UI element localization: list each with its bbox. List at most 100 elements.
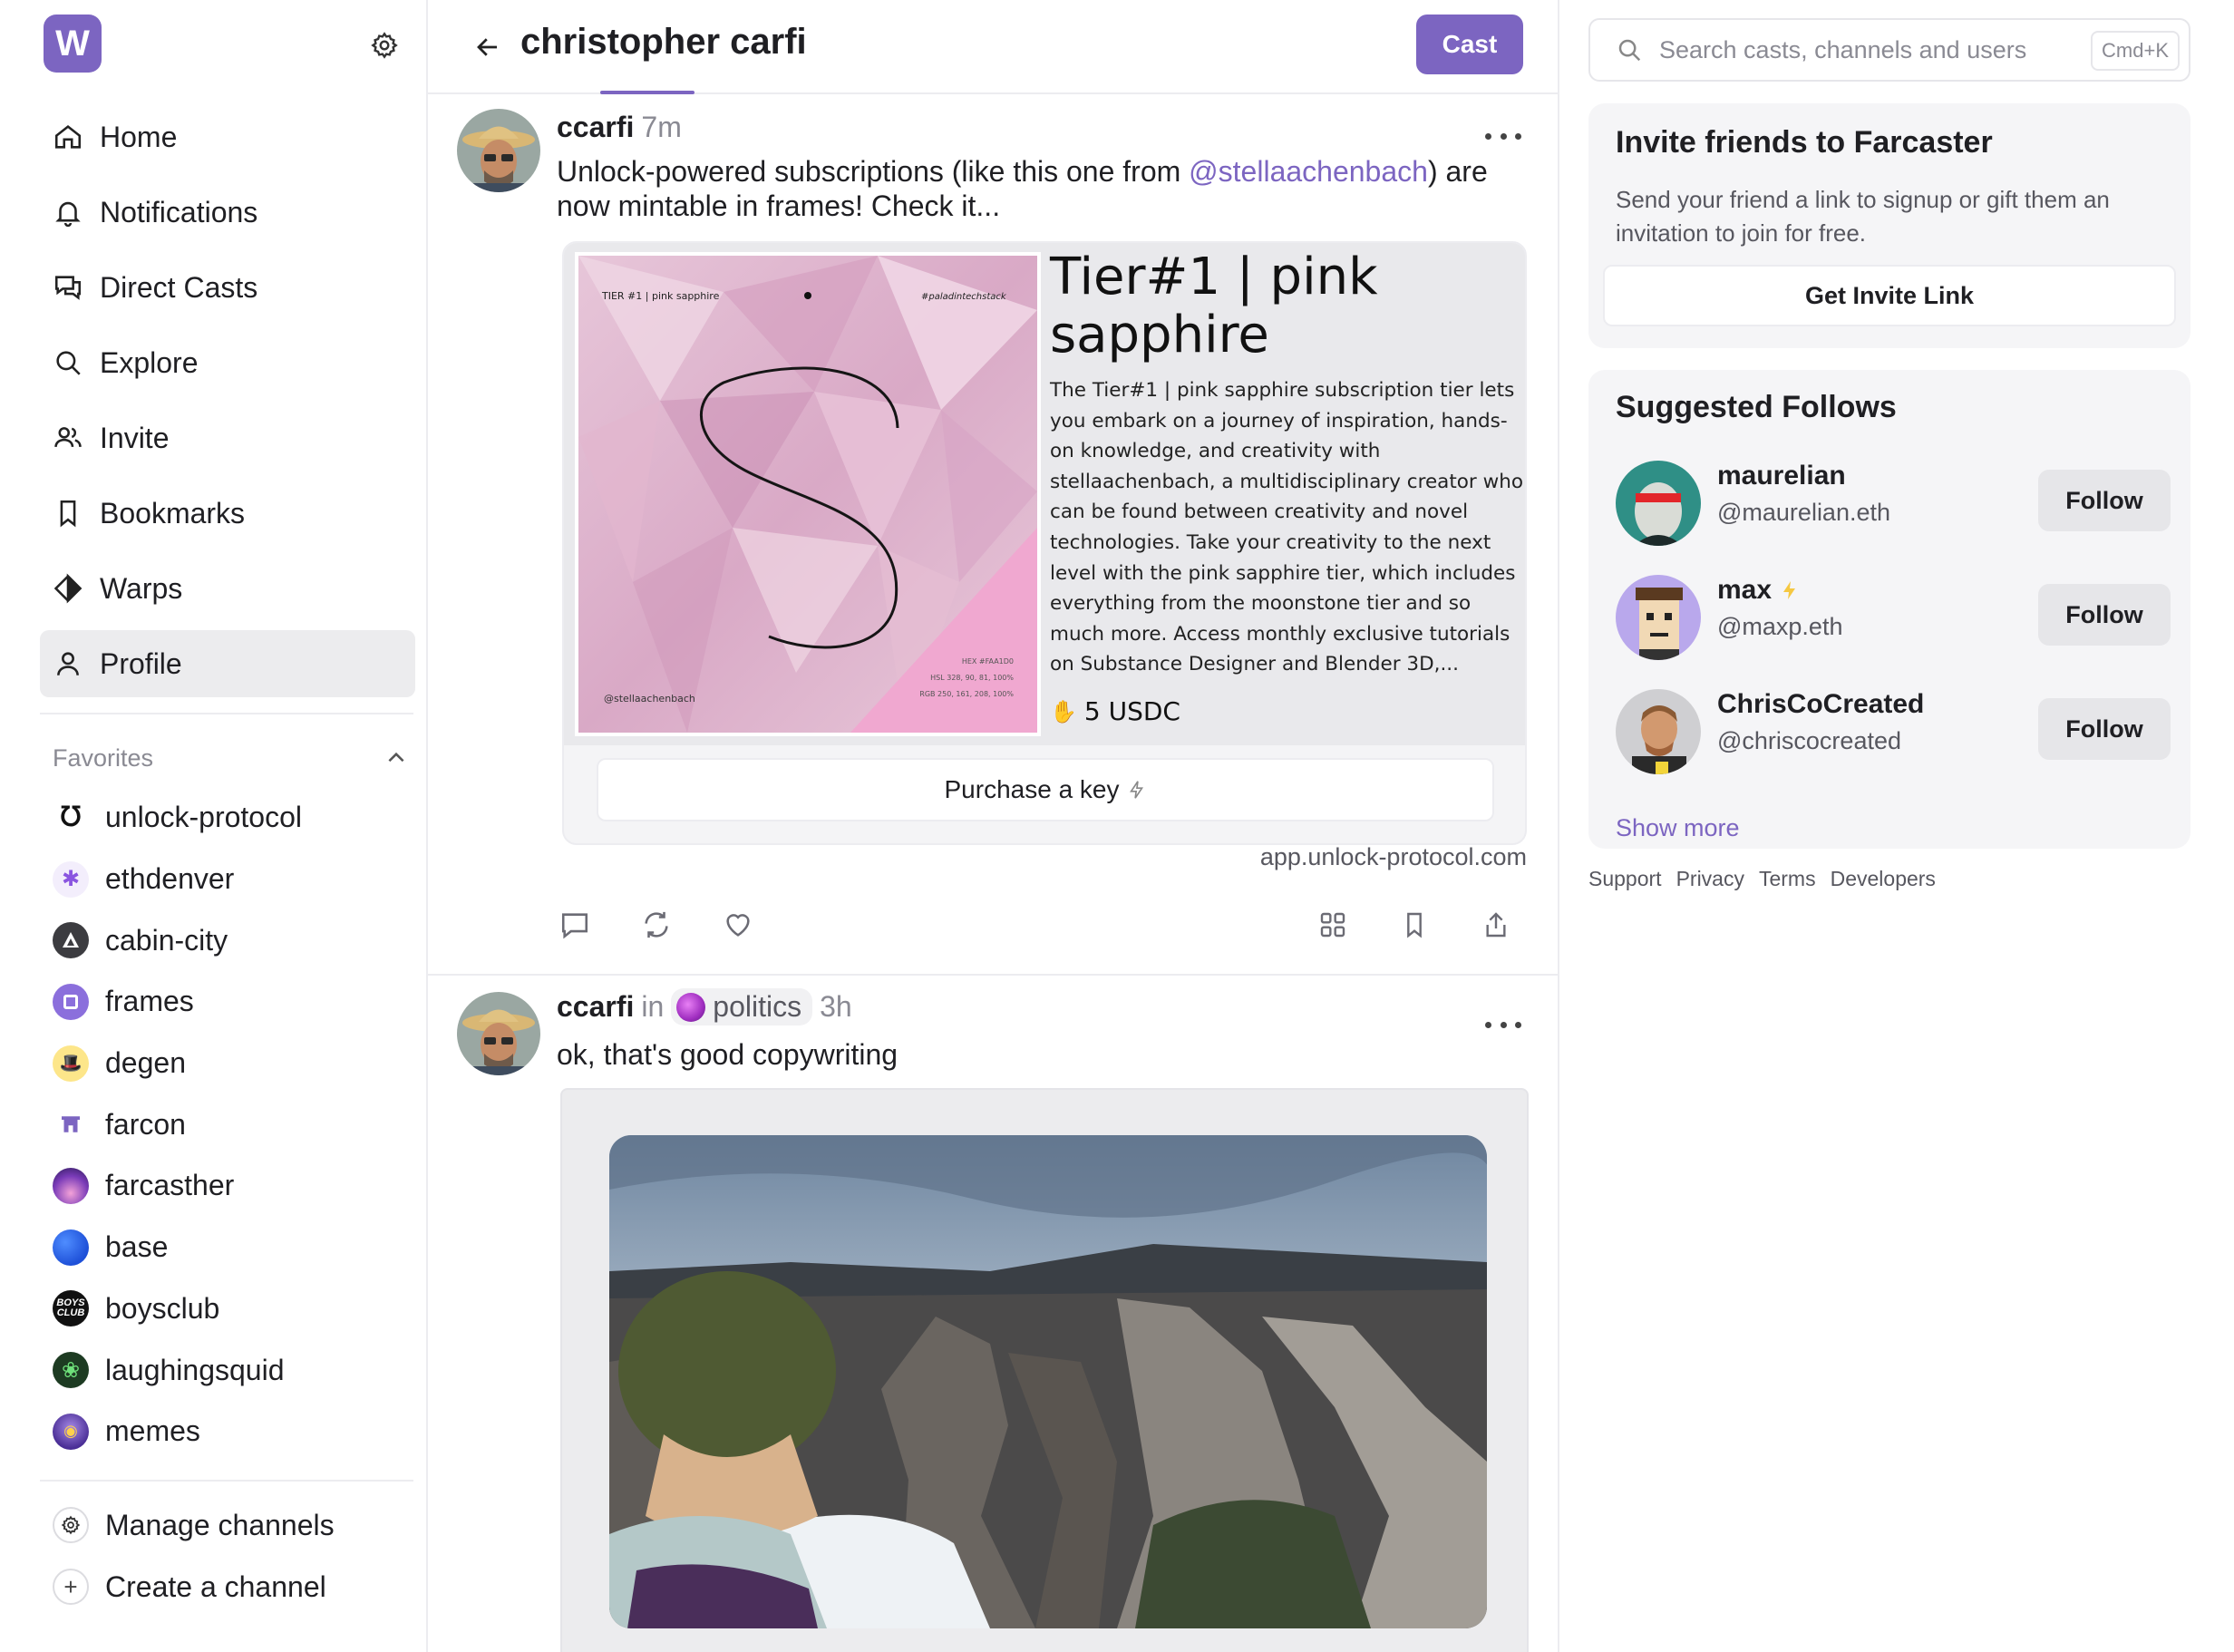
bookmark-icon [60, 500, 76, 528]
search-bar[interactable]: Cmd+K [1588, 18, 2190, 82]
bookmark-button[interactable] [1396, 907, 1433, 943]
settings-button[interactable] [366, 27, 403, 63]
frames-icon [53, 983, 89, 1020]
recast-button[interactable] [638, 907, 675, 943]
channel-degen[interactable]: 🎩 degen [53, 1033, 415, 1094]
frame-domain-link[interactable]: app.unlock-protocol.com [1244, 843, 1527, 871]
nav-notifications[interactable]: Notifications [40, 179, 415, 246]
footer-developers-link[interactable]: Developers [1831, 867, 1936, 891]
suggested-user: maurelian @maurelian.eth Follow [1616, 457, 2171, 548]
suggested-user-name[interactable]: maurelian [1717, 461, 1846, 491]
suggested-user-handle[interactable]: @maurelian.eth [1717, 499, 1890, 527]
channel-cabin-city[interactable]: cabin-city [53, 909, 415, 971]
channel-farcasther[interactable]: farcasther [53, 1155, 415, 1217]
recast-icon [645, 911, 668, 938]
channel-memes[interactable]: ◉ memes [53, 1401, 415, 1463]
channel-unlock-protocol[interactable]: ᘮ unlock-protocol [53, 787, 415, 849]
channel-base[interactable]: base [53, 1217, 415, 1278]
nav-explore[interactable]: Explore [40, 329, 415, 396]
nav-invite[interactable]: Invite [40, 404, 415, 471]
favorites-header[interactable]: Favorites [53, 742, 408, 774]
cast-timestamp[interactable]: 3h [820, 990, 852, 1024]
nav-warps[interactable]: Warps [40, 555, 415, 622]
share-button[interactable] [1478, 907, 1514, 943]
back-button[interactable] [468, 27, 508, 67]
cast-item[interactable]: ccarfi 7m Unlock-powered subscriptions (… [428, 94, 1558, 974]
sidebar-divider [40, 713, 413, 714]
reply-button[interactable] [557, 907, 593, 943]
create-channel-label: Create a channel [105, 1569, 326, 1603]
nav-home[interactable]: Home [40, 103, 415, 170]
purchase-key-label: Purchase a key [944, 775, 1120, 803]
avatar[interactable] [1616, 689, 1701, 774]
channel-laughingsquid[interactable]: ❀ laughingsquid [53, 1339, 415, 1401]
footer-support-link[interactable]: Support [1588, 867, 1662, 891]
more-options-button[interactable] [1485, 1014, 1521, 1035]
bell-icon [55, 201, 81, 228]
cast-username[interactable]: ccarfi [557, 111, 634, 144]
frame-description: The Tier#1 | pink sapphire subscription … [1050, 379, 1523, 676]
search-input[interactable] [1659, 35, 2076, 64]
cast-in-label: in [641, 990, 665, 1023]
farcon-icon [53, 1106, 89, 1143]
heart-icon [726, 914, 750, 937]
channel-farcon[interactable]: farcon [53, 1093, 415, 1155]
suggested-user-name[interactable]: ChrisCoCreated [1717, 689, 1924, 720]
get-invite-link-button[interactable]: Get Invite Link [1603, 265, 2176, 326]
more-options-button[interactable] [1485, 125, 1521, 147]
show-more-link[interactable]: Show more [1616, 814, 1740, 842]
chevron-up-icon [388, 752, 404, 763]
channel-ethdenver[interactable]: ✱ ethdenver [53, 849, 415, 910]
cast-button[interactable]: Cast [1416, 15, 1523, 74]
ethdenver-icon: ✱ [53, 860, 89, 898]
frame-price: ✋ 5 USDC [1050, 696, 1180, 726]
warpcast-logo[interactable]: W [44, 15, 102, 73]
suggested-user-handle[interactable]: @maxp.eth [1717, 613, 1842, 641]
nft-hex: HEX #FAA1D0 [962, 657, 1014, 666]
purchase-key-button[interactable]: Purchase a key [597, 758, 1494, 821]
home-icon [54, 125, 82, 149]
nav-direct-casts[interactable]: Direct Casts [40, 254, 415, 321]
channel-name: politics [713, 990, 802, 1023]
canyon-photo[interactable] [609, 1135, 1487, 1628]
cast-username[interactable]: ccarfi [557, 990, 634, 1024]
invite-description: Send your friend a link to signup or gif… [1616, 186, 2110, 247]
channel-label: laughingsquid [105, 1353, 285, 1386]
channel-pill-politics[interactable]: politics [671, 988, 813, 1025]
suggested-user-handle[interactable]: @chriscocreated [1717, 727, 1901, 755]
follow-button[interactable]: Follow [2038, 698, 2171, 760]
users-icon [54, 427, 82, 448]
cast-timestamp[interactable]: 7m [641, 111, 681, 144]
footer-privacy-link[interactable]: Privacy [1676, 867, 1744, 891]
channel-actions: Manage channels + Create a channel [53, 1494, 415, 1618]
suggested-user-name[interactable]: max [1717, 575, 1772, 606]
mention-link[interactable]: @stellaachenbach [1189, 155, 1428, 188]
manage-channels-button[interactable]: Manage channels [53, 1494, 415, 1556]
nav-profile[interactable]: Profile [40, 630, 415, 697]
apps-button[interactable] [1315, 907, 1351, 943]
avatar[interactable] [1616, 461, 1701, 546]
nav-bookmarks[interactable]: Bookmarks [40, 480, 415, 547]
cast-text-part: Unlock-powered subscriptions (like this … [557, 155, 1190, 188]
cast-text: ok, that's good copywriting [557, 1038, 898, 1071]
channel-label: frames [105, 985, 194, 1018]
follow-button[interactable]: Follow [2038, 470, 2171, 531]
channel-boysclub[interactable]: BOYS CLUB boysclub [53, 1278, 415, 1340]
channel-frames[interactable]: frames [53, 971, 415, 1033]
create-channel-button[interactable]: + Create a channel [53, 1556, 415, 1618]
left-sidebar: W Home Notifications Direct Casts Explor… [0, 0, 428, 1652]
grid-icon [1320, 912, 1345, 938]
cast-item[interactable]: ccarfi in politics 3h ok, that's good co… [428, 976, 1558, 1652]
channel-label: unlock-protocol [105, 801, 302, 834]
search-shortcut-hint: Cmd+K [2091, 31, 2180, 71]
cast-text: Unlock-powered subscriptions (like this … [557, 154, 1518, 223]
avatar[interactable] [457, 992, 540, 1075]
avatar[interactable] [1616, 575, 1701, 660]
chat-icon [54, 276, 82, 300]
frame-image[interactable]: TIER #1 | pink sapphire #paladintechstac… [564, 243, 1525, 745]
like-button[interactable] [720, 907, 756, 943]
avatar[interactable] [457, 109, 540, 192]
laughingsquid-icon: ❀ [53, 1352, 89, 1389]
footer-terms-link[interactable]: Terms [1759, 867, 1816, 891]
follow-button[interactable]: Follow [2038, 584, 2171, 646]
